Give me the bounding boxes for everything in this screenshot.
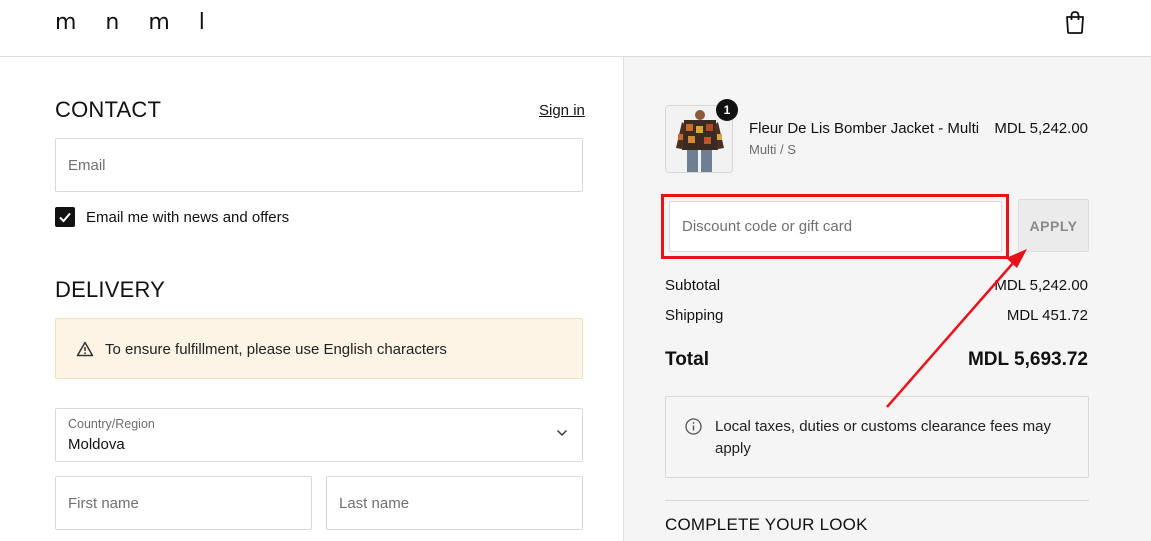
- complete-your-look-heading: COMPLETE YOUR LOOK: [665, 515, 868, 534]
- delivery-heading: DELIVERY: [55, 277, 166, 302]
- product-variant: Multi / S: [749, 142, 796, 157]
- store-logo[interactable]: m n m l: [55, 10, 216, 35]
- newsletter-label: Email me with news and offers: [86, 209, 290, 226]
- last-name-field[interactable]: [326, 476, 583, 530]
- taxes-text: Local taxes, duties or customs clearance…: [715, 418, 1051, 457]
- country-select[interactable]: Country/Region Moldova: [55, 408, 583, 462]
- warning-icon: [76, 341, 94, 357]
- taxes-notice: Local taxes, duties or customs clearance…: [665, 396, 1089, 478]
- notice-text: To ensure fulfillment, please use Englis…: [105, 341, 447, 358]
- section-divider: [665, 500, 1089, 501]
- shipping-label: Shipping: [665, 307, 724, 324]
- discount-code-field[interactable]: [669, 201, 1002, 252]
- shipping-value: MDL 451.72: [1006, 307, 1088, 324]
- checkmark-icon: [59, 212, 71, 223]
- shopping-bag-icon[interactable]: [1063, 9, 1087, 35]
- product-price: MDL 5,242.00: [994, 120, 1088, 137]
- email-field[interactable]: [55, 138, 583, 192]
- country-label: Country/Region: [68, 417, 155, 431]
- quantity-badge: 1: [716, 99, 738, 121]
- first-name-input[interactable]: [56, 477, 311, 529]
- checkout-form: CONTACT Sign in Email me with news and o…: [0, 57, 623, 541]
- english-characters-notice: To ensure fulfillment, please use Englis…: [55, 318, 583, 379]
- apply-discount-button[interactable]: APPLY: [1018, 199, 1089, 252]
- first-name-field[interactable]: [55, 476, 312, 530]
- total-label: Total: [665, 349, 709, 370]
- total-value: MDL 5,693.72: [967, 349, 1088, 370]
- sign-in-link[interactable]: Sign in: [539, 102, 585, 119]
- subtotal-label: Subtotal: [665, 277, 721, 294]
- header: m n m l: [0, 0, 1151, 57]
- email-input[interactable]: [56, 139, 582, 191]
- product-name: Fleur De Lis Bomber Jacket - Multi: [749, 120, 980, 137]
- last-name-input[interactable]: [327, 477, 582, 529]
- subtotal-value: MDL 5,242.00: [994, 277, 1088, 294]
- order-summary: 1 Fleur De Lis Bomber Jacket - Multi Mul…: [623, 57, 1151, 541]
- country-value: Moldova: [68, 436, 125, 453]
- chevron-down-icon: [557, 430, 567, 436]
- info-icon: [685, 418, 702, 435]
- newsletter-checkbox[interactable]: [55, 207, 75, 227]
- contact-heading: CONTACT: [55, 97, 162, 122]
- discount-code-input[interactable]: [670, 202, 1001, 251]
